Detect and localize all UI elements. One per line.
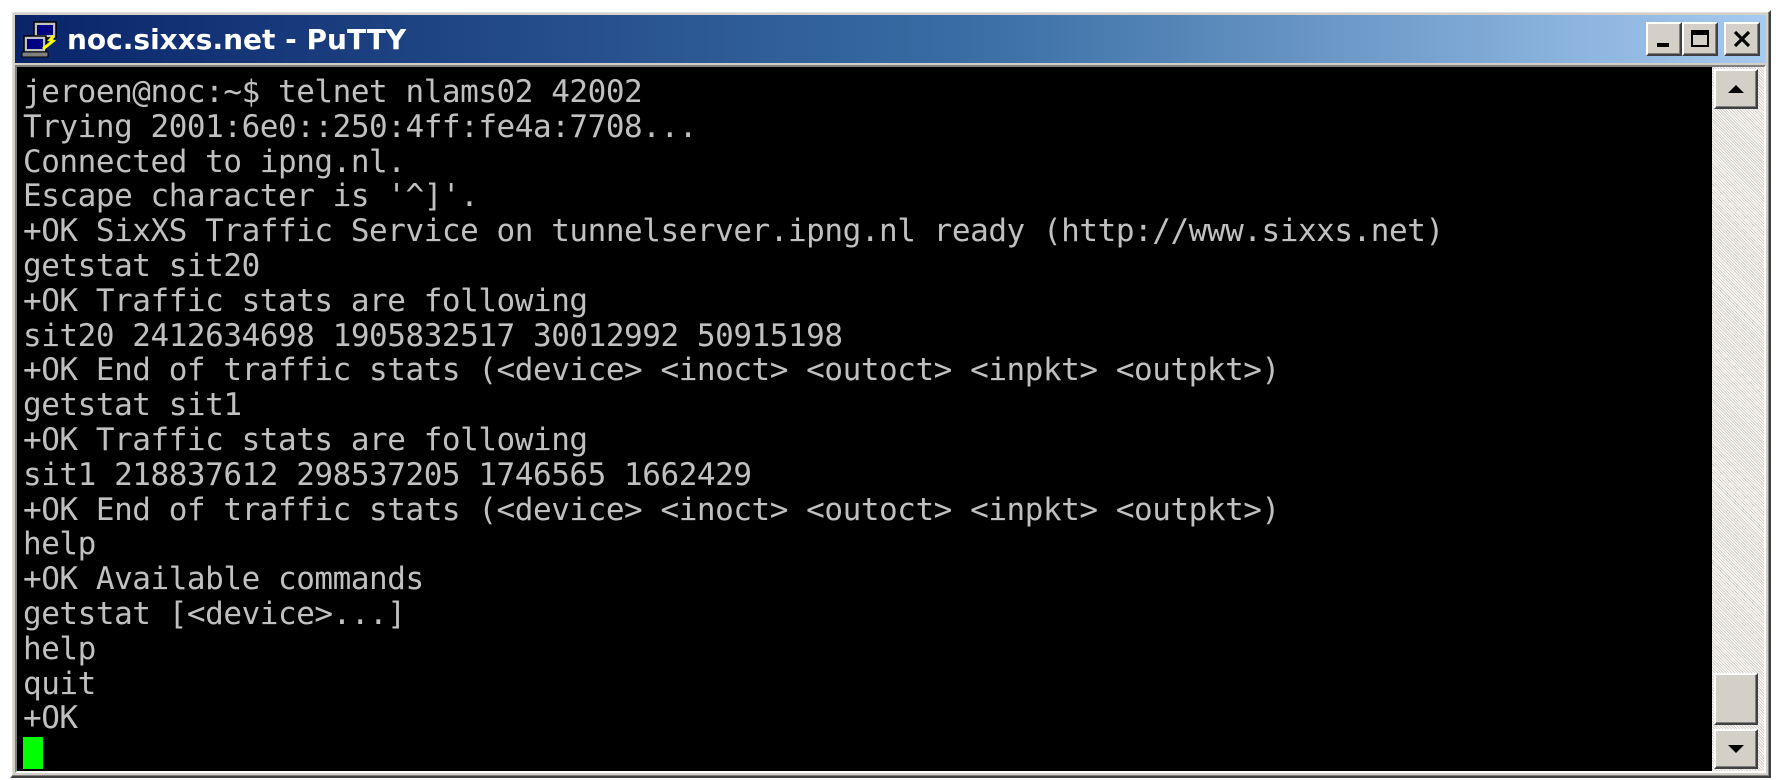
close-icon — [1733, 30, 1751, 48]
terminal-line: quit — [23, 665, 96, 702]
terminal-line: +OK End of traffic stats (<device> <inoc… — [23, 491, 1280, 528]
terminal-line: getstat sit1 — [23, 387, 242, 424]
terminal-line: +OK Traffic stats are following — [23, 282, 588, 319]
vertical-scrollbar[interactable] — [1712, 67, 1764, 771]
terminal-line: +OK — [23, 700, 78, 737]
scroll-up-arrow-icon — [1728, 85, 1744, 93]
minimize-button[interactable] — [1646, 22, 1682, 56]
terminal-line: help — [23, 630, 96, 667]
terminal-line: sit1 218837612 298537205 1746565 1662429 — [23, 456, 752, 493]
putty-window: noc.sixxs.net - PuTTY jeroen@noc:~$ teln… — [10, 10, 1771, 778]
maximize-button[interactable] — [1682, 22, 1718, 56]
terminal-line: +OK Available commands — [23, 561, 424, 598]
terminal-line: Trying 2001:6e0::250:4ff:fe4a:7708... — [23, 108, 697, 145]
scrollbar-thumb[interactable] — [1714, 673, 1758, 725]
scroll-down-arrow-icon — [1728, 745, 1744, 753]
maximize-icon — [1691, 30, 1709, 47]
terminal-line: +OK End of traffic stats (<device> <inoc… — [23, 352, 1280, 389]
terminal-frame: jeroen@noc:~$ telnet nlams02 42002 Trying… — [15, 65, 1766, 773]
terminal-line: help — [23, 526, 96, 563]
scroll-down-button[interactable] — [1714, 729, 1758, 769]
window-title: noc.sixxs.net - PuTTY — [67, 22, 407, 56]
terminal-output[interactable]: jeroen@noc:~$ telnet nlams02 42002 Trying… — [17, 67, 1712, 771]
window-controls — [1646, 22, 1760, 56]
text-cursor — [23, 737, 43, 770]
scroll-up-button[interactable] — [1714, 69, 1758, 109]
terminal-line: +OK Traffic stats are following — [23, 421, 588, 458]
minimize-icon — [1657, 43, 1669, 47]
terminal-line: sit20 2412634698 1905832517 30012992 509… — [23, 317, 843, 354]
close-button[interactable] — [1724, 22, 1760, 56]
terminal-line: Escape character is '^]'. — [23, 178, 479, 215]
terminal-line: getstat [<device>...] — [23, 595, 406, 632]
terminal-line: Connected to ipng.nl. — [23, 143, 406, 180]
putty-terminal-icon — [21, 21, 57, 58]
terminal-prompt-line — [23, 736, 1712, 771]
terminal-line: +OK SixXS Traffic Service on tunnelserve… — [23, 213, 1444, 250]
terminal-line: getstat sit20 — [23, 247, 260, 284]
title-bar[interactable]: noc.sixxs.net - PuTTY — [15, 15, 1766, 63]
terminal-line: jeroen@noc:~$ telnet nlams02 42002 — [23, 74, 643, 110]
